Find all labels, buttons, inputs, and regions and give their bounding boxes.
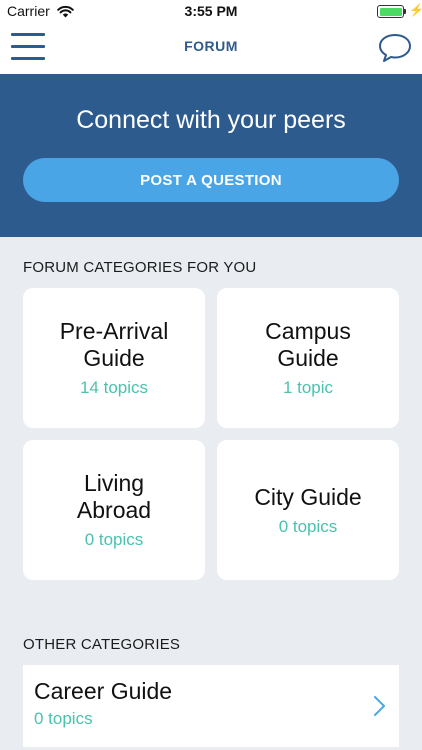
category-card-pre-arrival[interactable]: Pre-Arrival Guide 14 topics <box>23 288 205 428</box>
chevron-right-icon <box>374 696 385 716</box>
category-title: Living Abroad <box>76 470 152 523</box>
page-title: FORUM <box>184 38 238 54</box>
category-card-campus[interactable]: Campus Guide 1 topic <box>217 288 399 428</box>
category-card-city[interactable]: City Guide 0 topics <box>217 440 399 580</box>
chat-bubble-icon[interactable] <box>377 32 413 64</box>
category-topic-count: 14 topics <box>79 378 149 397</box>
list-item-topic-count: 0 topics <box>34 709 93 728</box>
category-card-living-abroad[interactable]: Living Abroad 0 topics <box>23 440 205 580</box>
category-title: Pre-Arrival Guide <box>59 318 169 371</box>
charging-bolt-icon: ⚡ <box>409 3 422 17</box>
list-item-title: Career Guide <box>34 678 173 704</box>
section-label-for-you: FORUM CATEGORIES FOR YOU <box>23 259 257 276</box>
category-topic-count: 0 topics <box>84 530 144 549</box>
category-topic-count: 0 topics <box>278 516 338 536</box>
battery-cap <box>404 9 406 14</box>
nav-bar: FORUM <box>0 24 422 74</box>
category-title: Campus Guide <box>265 318 351 371</box>
category-topic-count: 1 topic <box>282 378 334 397</box>
battery-icon <box>377 5 404 18</box>
post-question-button[interactable]: POST A QUESTION <box>23 158 399 202</box>
hero-title: Connect with your peers <box>76 106 346 134</box>
hero-banner: Connect with your peers POST A QUESTION <box>0 74 422 237</box>
status-bar: Carrier 3:55 PM ⚡ <box>0 0 422 24</box>
section-label-other: OTHER CATEGORIES <box>23 636 181 653</box>
category-title: City Guide <box>254 483 362 510</box>
status-time: 3:55 PM <box>184 3 238 19</box>
list-item-career-guide[interactable]: Career Guide 0 topics <box>23 665 399 747</box>
